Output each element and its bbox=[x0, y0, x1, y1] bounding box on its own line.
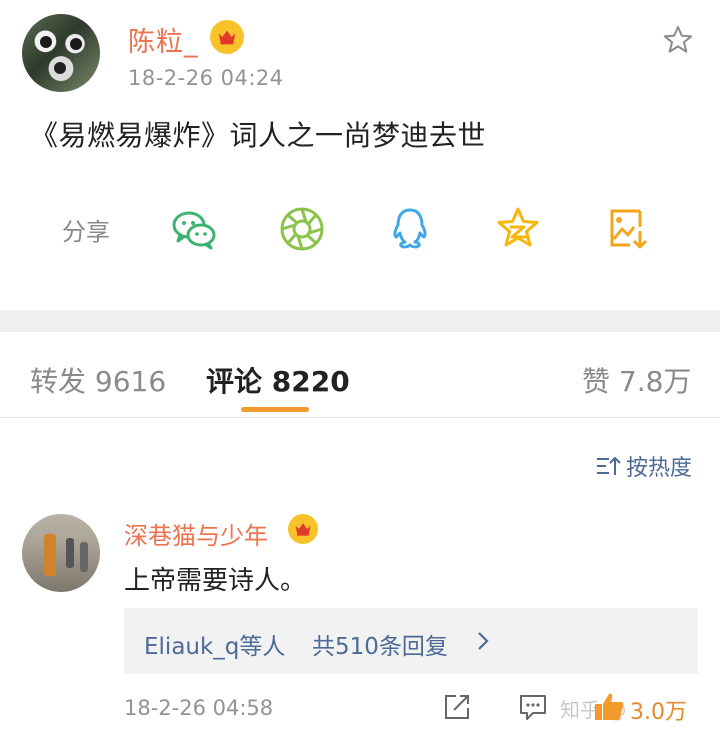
favorite-star-icon[interactable] bbox=[661, 23, 695, 57]
section-divider bbox=[0, 310, 720, 332]
comment-like-count[interactable]: 3.0万 bbox=[630, 694, 687, 726]
tabs-divider bbox=[0, 417, 720, 418]
share-label: 分享 bbox=[62, 218, 110, 246]
vip-crown-icon bbox=[210, 20, 244, 54]
post-author-name[interactable]: 陈粒_ bbox=[128, 20, 199, 59]
chevron-right-icon bbox=[478, 632, 489, 650]
active-tab-indicator bbox=[241, 407, 309, 412]
replies-who[interactable]: Eliauk_q等人 bbox=[144, 627, 285, 661]
replies-count[interactable]: 共510条回复 bbox=[312, 627, 448, 661]
thumbs-up-icon[interactable] bbox=[592, 690, 626, 724]
post-author-avatar[interactable] bbox=[22, 14, 100, 92]
post-body-text: 《易燃易爆炸》词人之一尚梦迪去世 bbox=[30, 119, 487, 152]
comment-body-text: 上帝需要诗人。 bbox=[124, 566, 307, 596]
reply-comment-icon[interactable] bbox=[518, 692, 548, 722]
replies-preview[interactable]: Eliauk_q等人 共510条回复 bbox=[124, 608, 698, 674]
tab-comment[interactable]: 评论 8220 bbox=[206, 360, 350, 400]
moments-icon[interactable] bbox=[278, 205, 326, 253]
sort-label: 按热度 bbox=[626, 456, 693, 481]
vip-crown-icon bbox=[288, 514, 318, 544]
tab-repost[interactable]: 转发 9616 bbox=[30, 360, 166, 400]
comment-timestamp: 18-2-26 04:58 bbox=[124, 696, 274, 720]
sort-by-hot-button[interactable]: 按热度 bbox=[596, 450, 692, 482]
sort-icon bbox=[597, 456, 621, 475]
qzone-icon[interactable] bbox=[494, 205, 542, 253]
wechat-icon[interactable] bbox=[170, 205, 218, 253]
comment-author-name[interactable]: 深巷猫与少年 bbox=[124, 516, 268, 551]
repost-comment-icon[interactable] bbox=[442, 692, 472, 722]
tab-like[interactable]: 赞 7.8万 bbox=[582, 360, 691, 400]
comment-author-avatar[interactable] bbox=[22, 514, 100, 592]
save-image-icon[interactable] bbox=[604, 205, 652, 253]
post-timestamp: 18-2-26 04:24 bbox=[128, 66, 284, 90]
qq-icon[interactable] bbox=[386, 205, 434, 253]
